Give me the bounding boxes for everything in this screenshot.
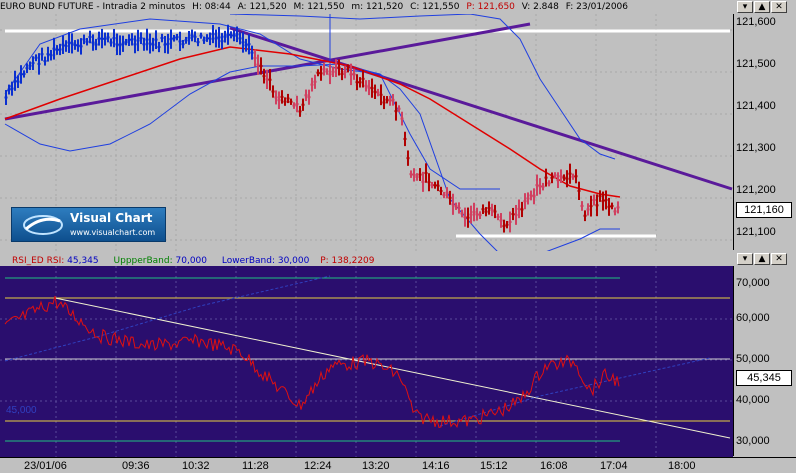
logo-title: Visual Chart <box>70 211 153 225</box>
price-panel-window-buttons: ▾ ▲ ✕ <box>737 1 787 13</box>
time-tick: 23/01/06 <box>24 460 67 472</box>
rsi-tick: 60,000 <box>736 312 770 324</box>
rsi-chart-background <box>0 266 733 457</box>
upper-band-value: 70,000 <box>175 256 208 266</box>
lower-band-label: LowerBand: <box>221 256 275 266</box>
open-readout: A: 121,520 <box>237 2 287 12</box>
date-readout: F: 23/01/2006 <box>565 2 628 12</box>
maximize-button[interactable]: ▲ <box>754 1 770 13</box>
chart-title-bar: EURO BUND FUTURE - Intradia 2 minutos H:… <box>0 0 732 14</box>
current-rsi-label: 45,345 <box>736 370 792 386</box>
time-tick: 15:12 <box>480 460 508 472</box>
rsi-tick: 70,000 <box>736 277 770 289</box>
rsi-left-label: 45,000 <box>6 405 37 416</box>
time-tick: 18:00 <box>668 460 696 472</box>
rsi-chart[interactable]: 45,000 <box>0 266 733 457</box>
price-tick: 121,300 <box>736 142 776 154</box>
time-tick: 13:20 <box>362 460 390 472</box>
rsi-panel-window-buttons: ▾ ▲ ✕ <box>737 253 787 265</box>
lower-band-value: 30,000 <box>277 256 310 266</box>
period-readout: P: 138,2209 <box>320 256 375 266</box>
price-tick: 121,600 <box>736 16 776 28</box>
time-axis: 23/01/06 09:36 10:32 11:28 12:24 13:20 1… <box>0 457 796 473</box>
time-tick: 17:04 <box>600 460 628 472</box>
close-button[interactable]: ✕ <box>771 1 787 13</box>
price-tick: 121,400 <box>736 100 776 112</box>
rsi-label: RSI_ED RSI: <box>12 256 65 266</box>
volume-readout: V: 2.848 <box>521 2 559 12</box>
time-tick: 14:16 <box>422 460 450 472</box>
price-axis: 121,600 121,500 121,400 121,300 121,200 … <box>733 14 796 250</box>
maximize-button[interactable]: ▲ <box>754 253 770 265</box>
upper-band-label: UppperBand: <box>113 256 173 266</box>
rsi-value: 45,345 <box>67 256 99 266</box>
time-readout: H: 08:44 <box>192 2 231 12</box>
previous-readout: P: 121,650 <box>466 2 515 12</box>
minimize-button[interactable]: ▾ <box>737 1 753 13</box>
minimize-button[interactable]: ▾ <box>737 253 753 265</box>
rsi-tick: 40,000 <box>736 394 770 406</box>
close-readout: C: 121,550 <box>410 2 460 12</box>
price-tick: 121,500 <box>736 58 776 70</box>
instrument-title: EURO BUND FUTURE - Intradia 2 minutos <box>0 2 186 12</box>
time-tick: 12:24 <box>304 460 332 472</box>
rsi-axis: 70,000 60,000 50,000 40,000 30,000 45,34… <box>733 266 796 456</box>
close-button[interactable]: ✕ <box>771 253 787 265</box>
logo-url: www.visualchart.com <box>70 228 156 237</box>
price-tick: 121,200 <box>736 184 776 196</box>
min-readout: m: 121,520 <box>351 2 404 12</box>
time-tick: 11:28 <box>242 460 269 472</box>
max-readout: M: 121,550 <box>293 2 345 12</box>
visual-chart-logo: Visual Chart www.visualchart.com <box>11 207 166 242</box>
logo-swoosh-icon <box>23 215 63 235</box>
time-tick: 16:08 <box>540 460 568 472</box>
rsi-tick: 30,000 <box>736 435 770 447</box>
current-price-label: 121,160 <box>736 202 792 218</box>
rsi-tick: 50,000 <box>736 353 770 365</box>
time-tick: 09:36 <box>122 460 150 472</box>
time-tick: 10:32 <box>182 460 210 472</box>
price-tick: 121,100 <box>736 226 776 238</box>
